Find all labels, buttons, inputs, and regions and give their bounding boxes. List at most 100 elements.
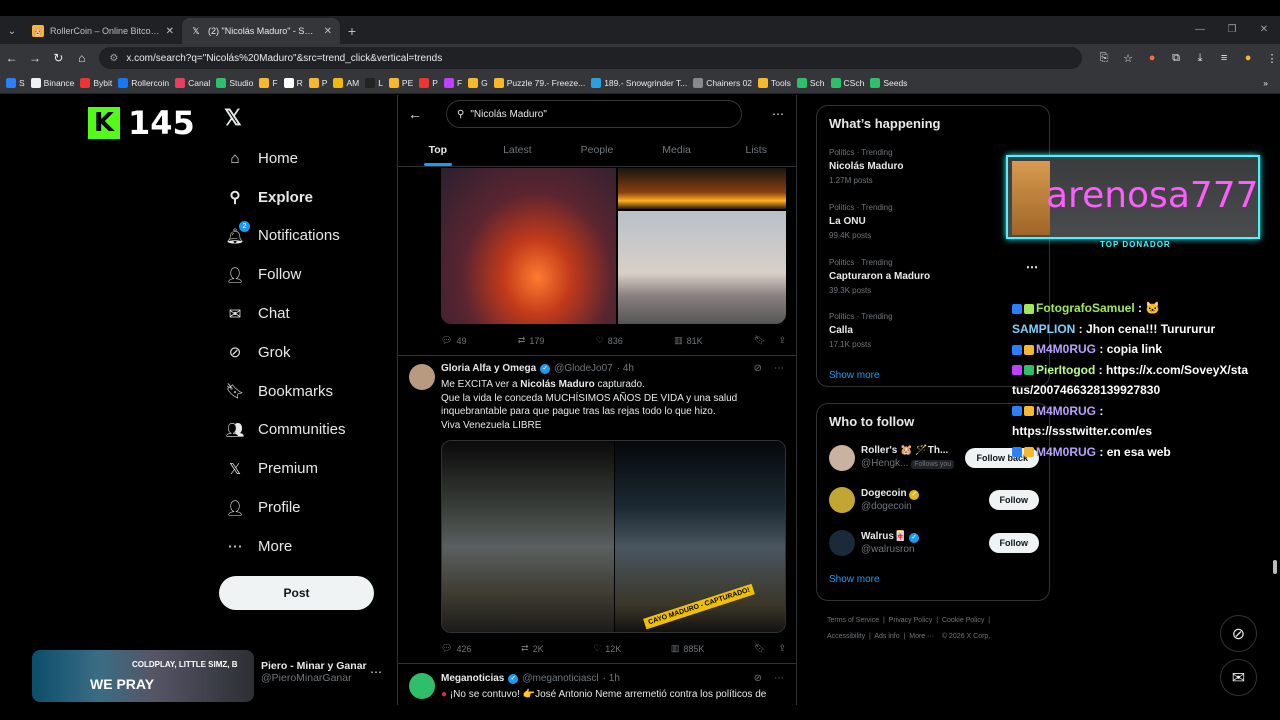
bookmark-item[interactable]: CSch [830, 77, 864, 88]
extensions-icon[interactable]: ⧉ [1168, 50, 1184, 66]
home-icon[interactable]: ⌂ [70, 46, 93, 70]
footer-link[interactable]: More ··· [909, 633, 934, 640]
show-more-link[interactable]: Show more [829, 370, 880, 381]
url-field[interactable]: ⚙ x.com/search?q="Nicolás%20Maduro"&src=… [99, 47, 1083, 69]
avatar[interactable] [829, 444, 855, 471]
suggestion-info[interactable]: Dogecoin ✓ @dogecoin [861, 487, 983, 513]
nav-profile[interactable]: 👤︎ Profile [225, 488, 396, 527]
reload-icon[interactable]: ↻ [47, 46, 70, 70]
forward-icon[interactable]: → [23, 46, 46, 70]
grok-icon[interactable]: ⊘ [754, 363, 762, 374]
tab-media[interactable]: Media [637, 133, 717, 166]
grok-float-button[interactable]: ⊘ [1220, 615, 1257, 652]
suggestion-info[interactable]: Roller's 🐹 🪄Th... @Hengk... Follows you [861, 444, 959, 471]
bookmark-item[interactable]: Seeds [870, 77, 907, 88]
nav-explore[interactable]: ⚲ Explore [226, 178, 396, 217]
trend-item[interactable]: Politics · Trending Calla 17.1K posts [829, 310, 893, 352]
x-logo-icon[interactable]: 𝕏 [224, 105, 242, 131]
nav-premium[interactable]: 𝕏 Premium [226, 449, 396, 488]
bookmark-item[interactable]: Tools [758, 77, 791, 88]
bookmark-item[interactable]: Binance [30, 77, 74, 88]
tweet-media-explosion[interactable] [441, 168, 786, 324]
bookmark-item[interactable]: PE [388, 77, 413, 88]
media-photo-left[interactable] [442, 441, 614, 632]
tab-search-button[interactable]: ⌄ [0, 18, 24, 44]
footer-link[interactable]: Ads info [874, 633, 899, 640]
bookmark-item[interactable]: S [6, 77, 25, 88]
tab-top[interactable]: Top [398, 133, 478, 166]
share-icon[interactable]: ⇪ [778, 643, 786, 654]
nav-bookmarks[interactable]: 🔖︎ Bookmarks [225, 372, 396, 411]
footer-link[interactable]: Cookie Policy [942, 617, 984, 624]
reply-button[interactable]: 💬︎ 426 [441, 643, 471, 654]
install-icon[interactable]: ⎘ [1096, 50, 1112, 66]
scrollbar-thumb[interactable] [1273, 560, 1277, 574]
footer-link[interactable]: Accessibility [827, 633, 865, 640]
show-more-link[interactable]: Show more [829, 574, 880, 585]
star-icon[interactable]: ☆ [1120, 50, 1136, 66]
follow-button[interactable]: Follow [988, 533, 1039, 553]
tweet-time[interactable]: · 4h [617, 363, 634, 374]
views-button[interactable]: ▥ 81K [674, 335, 703, 346]
author-handle[interactable]: @meganoticiascl [522, 673, 598, 684]
tab-latest[interactable]: Latest [478, 133, 558, 166]
close-icon[interactable]: ✕ [166, 26, 174, 37]
bookmark-item[interactable]: AM [333, 77, 359, 88]
media-aircraft-image[interactable] [618, 211, 786, 324]
tab-x-search[interactable]: 𝕏 (2) "Nicolás Maduro" - Search / X ✕ [182, 18, 340, 44]
author-name[interactable]: Meganoticias [441, 673, 504, 684]
bookmark-item[interactable]: Sch [796, 77, 825, 88]
new-tab-button[interactable]: + [340, 18, 364, 44]
bookmark-icon[interactable]: 🔖︎ [754, 335, 765, 346]
tweet-more-icon[interactable]: ⋯ [774, 363, 784, 374]
download-icon[interactable]: ⤓ [1192, 50, 1208, 66]
media-explosion-image[interactable] [441, 168, 616, 324]
page-scrollbar[interactable] [1270, 95, 1280, 705]
site-info-icon[interactable]: ⚙ [109, 53, 118, 64]
trend-item[interactable]: Politics · Trending La ONU 99.4K posts [829, 201, 893, 243]
bookmark-item[interactable]: P [308, 77, 327, 88]
author-name[interactable]: Gloria Alfa y Omega [441, 363, 536, 374]
views-button[interactable]: ▥ 885K [671, 643, 705, 654]
bookmark-item[interactable]: 189.- Snowgrinder T... [591, 77, 687, 88]
follow-button[interactable]: Follow [988, 490, 1039, 510]
share-icon[interactable]: ⇪ [778, 335, 786, 346]
back-icon[interactable]: ← [0, 46, 23, 70]
author-handle[interactable]: @GlodeJo07 [554, 363, 613, 374]
trend-item[interactable]: Politics · Trending Capturaron a Maduro … [829, 256, 930, 298]
bookmark-item[interactable]: Rollercoin [118, 77, 169, 88]
chat-more-icon[interactable]: ⋯ [1026, 257, 1038, 278]
nav-grok[interactable]: ⊘ Grok [226, 333, 396, 372]
account-switcher[interactable]: Piero - Minar y Ganar @PieroMinarGanar [261, 660, 367, 684]
minimize-icon[interactable]: — [1184, 16, 1216, 44]
post-button[interactable]: Post [219, 576, 374, 610]
search-input[interactable]: ⚲ "Nicolás Maduro" [446, 100, 742, 128]
like-button[interactable]: ♡ 836 [596, 335, 623, 346]
avatar[interactable] [829, 487, 855, 513]
bookmark-item[interactable]: G [468, 77, 488, 88]
close-window-icon[interactable]: ✕ [1248, 16, 1280, 44]
trend-item[interactable]: Politics · Trending Nicolás Maduro 1.27M… [829, 146, 903, 188]
nav-home[interactable]: ⌂ Home [226, 139, 396, 178]
bookmark-item[interactable]: P [419, 77, 438, 88]
bookmark-item[interactable]: L [365, 77, 383, 88]
tab-rollercoin[interactable]: 🐹 RollerCoin – Online Bitcoin Mining ✕ [24, 18, 182, 44]
bookmark-item[interactable]: F [259, 77, 278, 88]
bookmark-item[interactable]: Studio [216, 77, 253, 88]
search-options-icon[interactable]: ⋯ [772, 107, 784, 121]
grok-icon[interactable]: ⊘ [754, 673, 762, 684]
messages-float-button[interactable]: ✉ [1220, 659, 1257, 696]
media-fire-image[interactable] [618, 168, 786, 209]
tweet-time[interactable]: · 1h [603, 673, 620, 684]
tab-lists[interactable]: Lists [716, 133, 796, 166]
tweet-more-icon[interactable]: ⋯ [774, 673, 784, 684]
nav-more[interactable]: ⋯ More [226, 527, 396, 566]
avatar[interactable] [409, 364, 435, 390]
tweet-media-capture[interactable]: CAYO MADURO - CAPTURADO! [441, 440, 786, 633]
bookmarks-overflow-icon[interactable]: » [1263, 78, 1280, 88]
restore-icon[interactable]: ❐ [1216, 16, 1248, 44]
bookmark-icon[interactable]: 🔖︎ [754, 643, 765, 654]
footer-link[interactable]: Privacy Policy [889, 617, 933, 624]
menu-icon[interactable]: ⋮ [1264, 50, 1280, 66]
media-icon[interactable]: ≡ [1216, 50, 1232, 66]
